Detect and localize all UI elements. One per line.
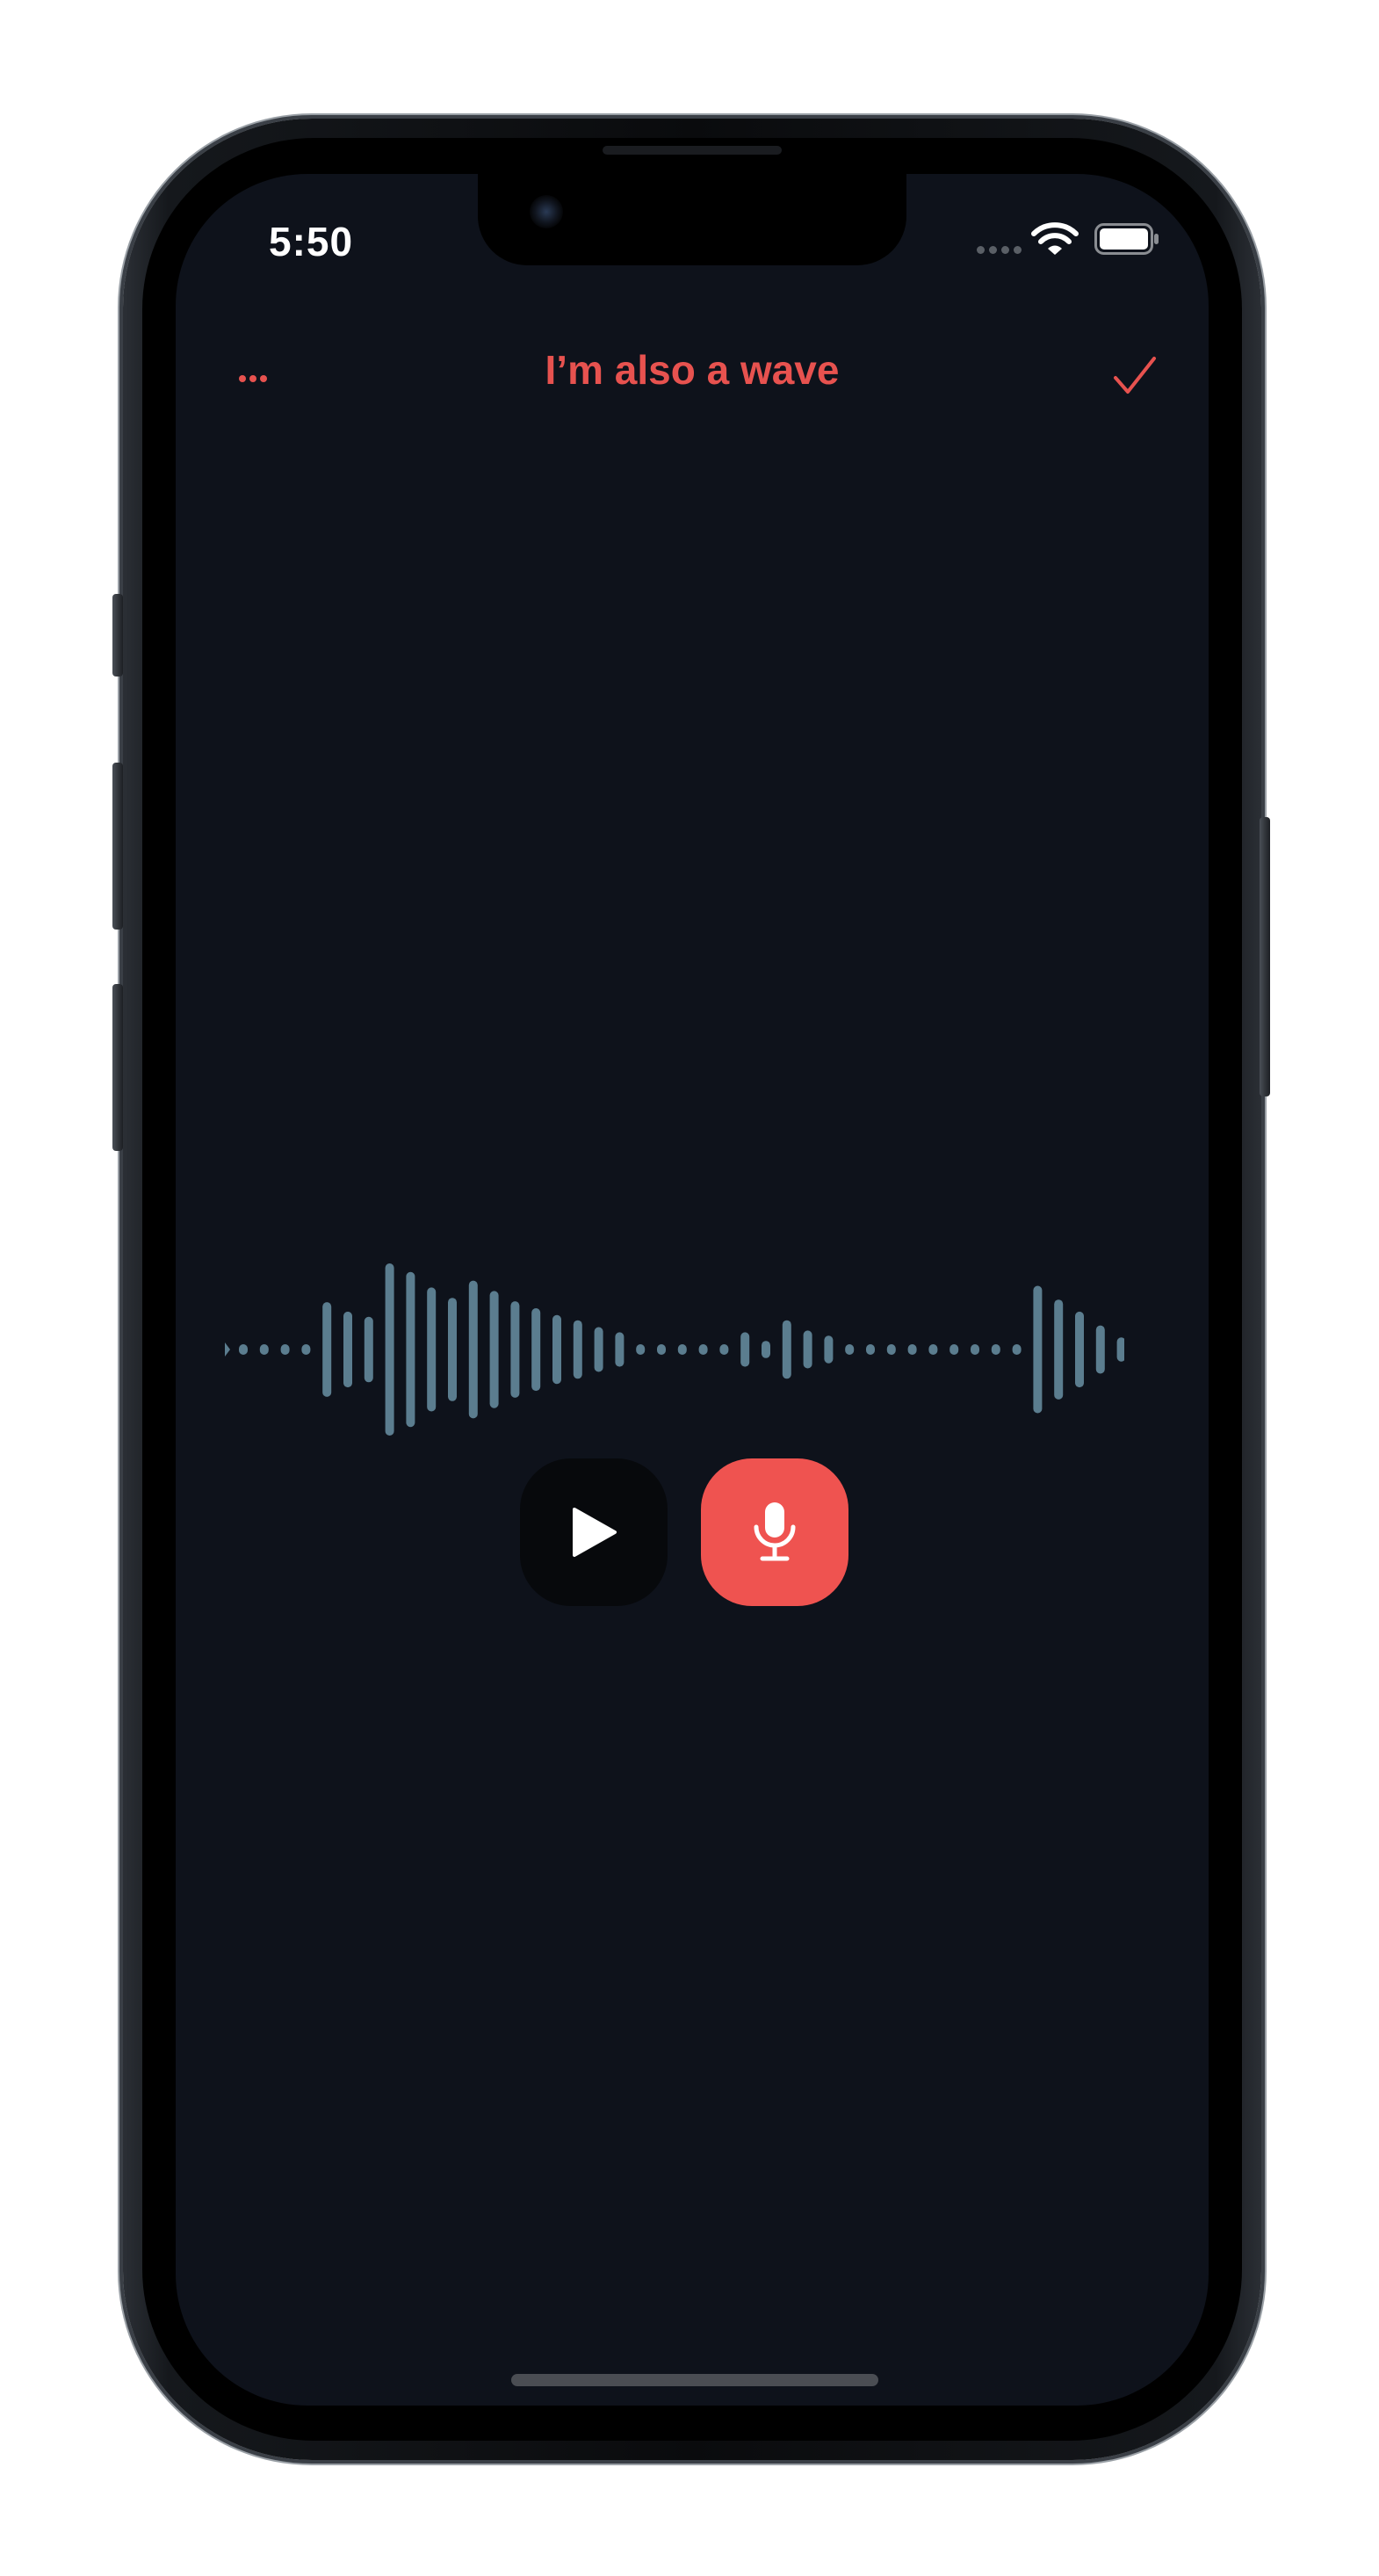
waveform-bar [615, 1332, 625, 1367]
waveform-bar [1116, 1337, 1124, 1362]
waveform-bar [698, 1344, 708, 1355]
front-camera [530, 195, 563, 228]
waveform-bar [489, 1291, 499, 1408]
waveform-bar [740, 1332, 750, 1367]
wifi-icon [1031, 222, 1079, 255]
app-screen: 5:50 I’m also a wave [176, 174, 1209, 2406]
record-button[interactable] [701, 1458, 848, 1606]
home-indicator[interactable] [511, 2374, 878, 2386]
earpiece-speaker [603, 146, 782, 155]
waveform-bar [886, 1344, 896, 1355]
waveform-bar [866, 1344, 875, 1355]
waveform-bar [782, 1320, 791, 1379]
silent-switch [112, 594, 123, 677]
playhead-marker [225, 1342, 230, 1357]
waveform-bar [657, 1344, 666, 1355]
waveform-bar [594, 1327, 603, 1372]
waveform-bar [385, 1263, 394, 1436]
waveform-bar [803, 1330, 812, 1369]
waveform-bar [573, 1320, 582, 1379]
waveform-bar [949, 1344, 959, 1355]
play-button[interactable] [520, 1458, 668, 1606]
checkmark-icon [1114, 357, 1156, 394]
waveform-bar [677, 1344, 687, 1355]
waveform-bar [259, 1344, 269, 1355]
waveform-bar [322, 1302, 332, 1397]
power-button [1260, 817, 1270, 1096]
cellular-signal-icon [977, 246, 1022, 254]
waveform-bar [928, 1344, 938, 1355]
waveform-bar [719, 1344, 729, 1355]
done-button[interactable] [1112, 355, 1158, 395]
waveform-bar [427, 1287, 437, 1412]
waveform-bar [531, 1308, 541, 1392]
waveform-bar [239, 1344, 248, 1355]
audio-waveform[interactable] [225, 1262, 1124, 1437]
waveform-bar [907, 1344, 917, 1355]
play-icon [573, 1508, 617, 1557]
recording-controls [520, 1458, 848, 1606]
waveform-bar [552, 1314, 561, 1385]
waveform-bar [468, 1280, 478, 1419]
waveform-bar [406, 1271, 415, 1428]
microphone-icon [754, 1502, 796, 1561]
battery-icon [1094, 223, 1159, 255]
waveform-bar [971, 1344, 979, 1355]
waveform-bar [510, 1301, 520, 1398]
waveform-bar [762, 1341, 770, 1358]
waveform-bar [301, 1344, 311, 1355]
waveform-bar [364, 1316, 373, 1383]
notch [478, 174, 906, 265]
recording-title[interactable]: I’m also a wave [176, 346, 1209, 394]
volume-up-button [112, 763, 123, 930]
waveform-bar [280, 1344, 290, 1355]
waveform-bar [845, 1344, 855, 1355]
waveform-bar [1095, 1325, 1105, 1374]
status-time: 5:50 [269, 219, 354, 264]
volume-down-button [112, 984, 123, 1151]
waveform-bar [1075, 1311, 1084, 1388]
waveform-bar [1054, 1299, 1064, 1400]
waveform-bar [991, 1344, 1000, 1355]
waveform-bar [636, 1344, 646, 1355]
waveform-bar [343, 1311, 352, 1388]
waveform-bar [1033, 1285, 1043, 1414]
waveform-bar [824, 1335, 834, 1364]
waveform-bar [1012, 1344, 1022, 1355]
waveform-bar [448, 1298, 457, 1401]
